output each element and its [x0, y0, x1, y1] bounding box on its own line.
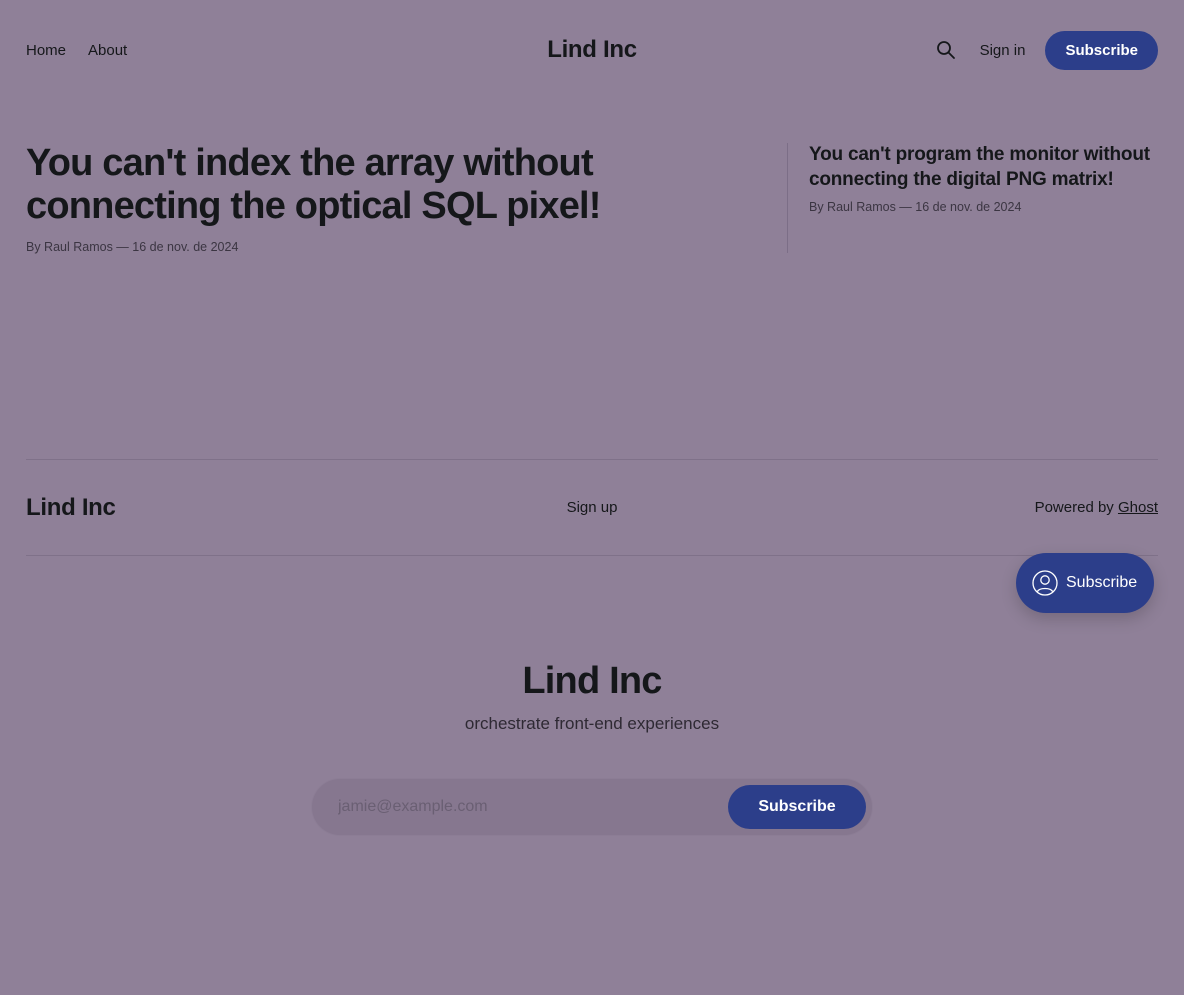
powered-by-text: Powered by: [1034, 499, 1114, 516]
ghost-link[interactable]: Ghost: [1118, 499, 1158, 516]
header-subscribe-button[interactable]: Subscribe: [1045, 30, 1158, 70]
portal-subscribe-button[interactable]: Subscribe: [1016, 553, 1154, 613]
cta-subscribe-button[interactable]: Subscribe: [728, 785, 866, 829]
cta-description: orchestrate front-end experiences: [464, 714, 720, 733]
search-button[interactable]: [930, 34, 962, 66]
secondary-post-title[interactable]: You can't program the monitor without co…: [809, 142, 1159, 192]
nav-home-link[interactable]: Home: [26, 42, 66, 59]
search-icon: [936, 41, 955, 59]
site-header: Home About Lind Inc Sign in Subscribe: [26, 30, 1158, 70]
site-footer: Lind Inc Sign up Powered by Ghost: [26, 488, 1158, 528]
sign-in-link[interactable]: Sign in: [980, 42, 1026, 59]
primary-nav: Home About: [26, 30, 149, 70]
nav-about-link[interactable]: About: [88, 42, 127, 59]
cta-title: Lind Inc: [522, 660, 662, 702]
footer-signup-link[interactable]: Sign up: [567, 488, 618, 528]
header-actions: Sign in Subscribe: [930, 30, 1158, 70]
secondary-post-meta: By Raul Ramos — 16 de nov. de 2024: [809, 200, 1022, 214]
footer-logo[interactable]: Lind Inc: [26, 488, 116, 528]
powered-by: Powered by Ghost: [1035, 488, 1158, 528]
user-circle-icon: [1032, 570, 1058, 596]
email-input[interactable]: [312, 779, 722, 835]
portal-subscribe-label: Subscribe: [1066, 574, 1138, 591]
subscribe-cta: Lind Inc orchestrate front-end experienc…: [0, 656, 1184, 734]
secondary-post: You can't program the monitor without co…: [809, 142, 1159, 214]
vertical-divider: [787, 143, 788, 253]
footer-top-divider: [26, 459, 1158, 460]
featured-post-meta: By Raul Ramos — 16 de nov. de 2024: [26, 240, 239, 254]
footer-bottom-divider: [26, 555, 1158, 556]
featured-post: You can't index the array without connec…: [26, 142, 626, 254]
featured-post-title[interactable]: You can't index the array without connec…: [26, 142, 626, 228]
subscribe-form: Subscribe: [312, 779, 872, 835]
site-logo[interactable]: Lind Inc: [547, 30, 637, 70]
